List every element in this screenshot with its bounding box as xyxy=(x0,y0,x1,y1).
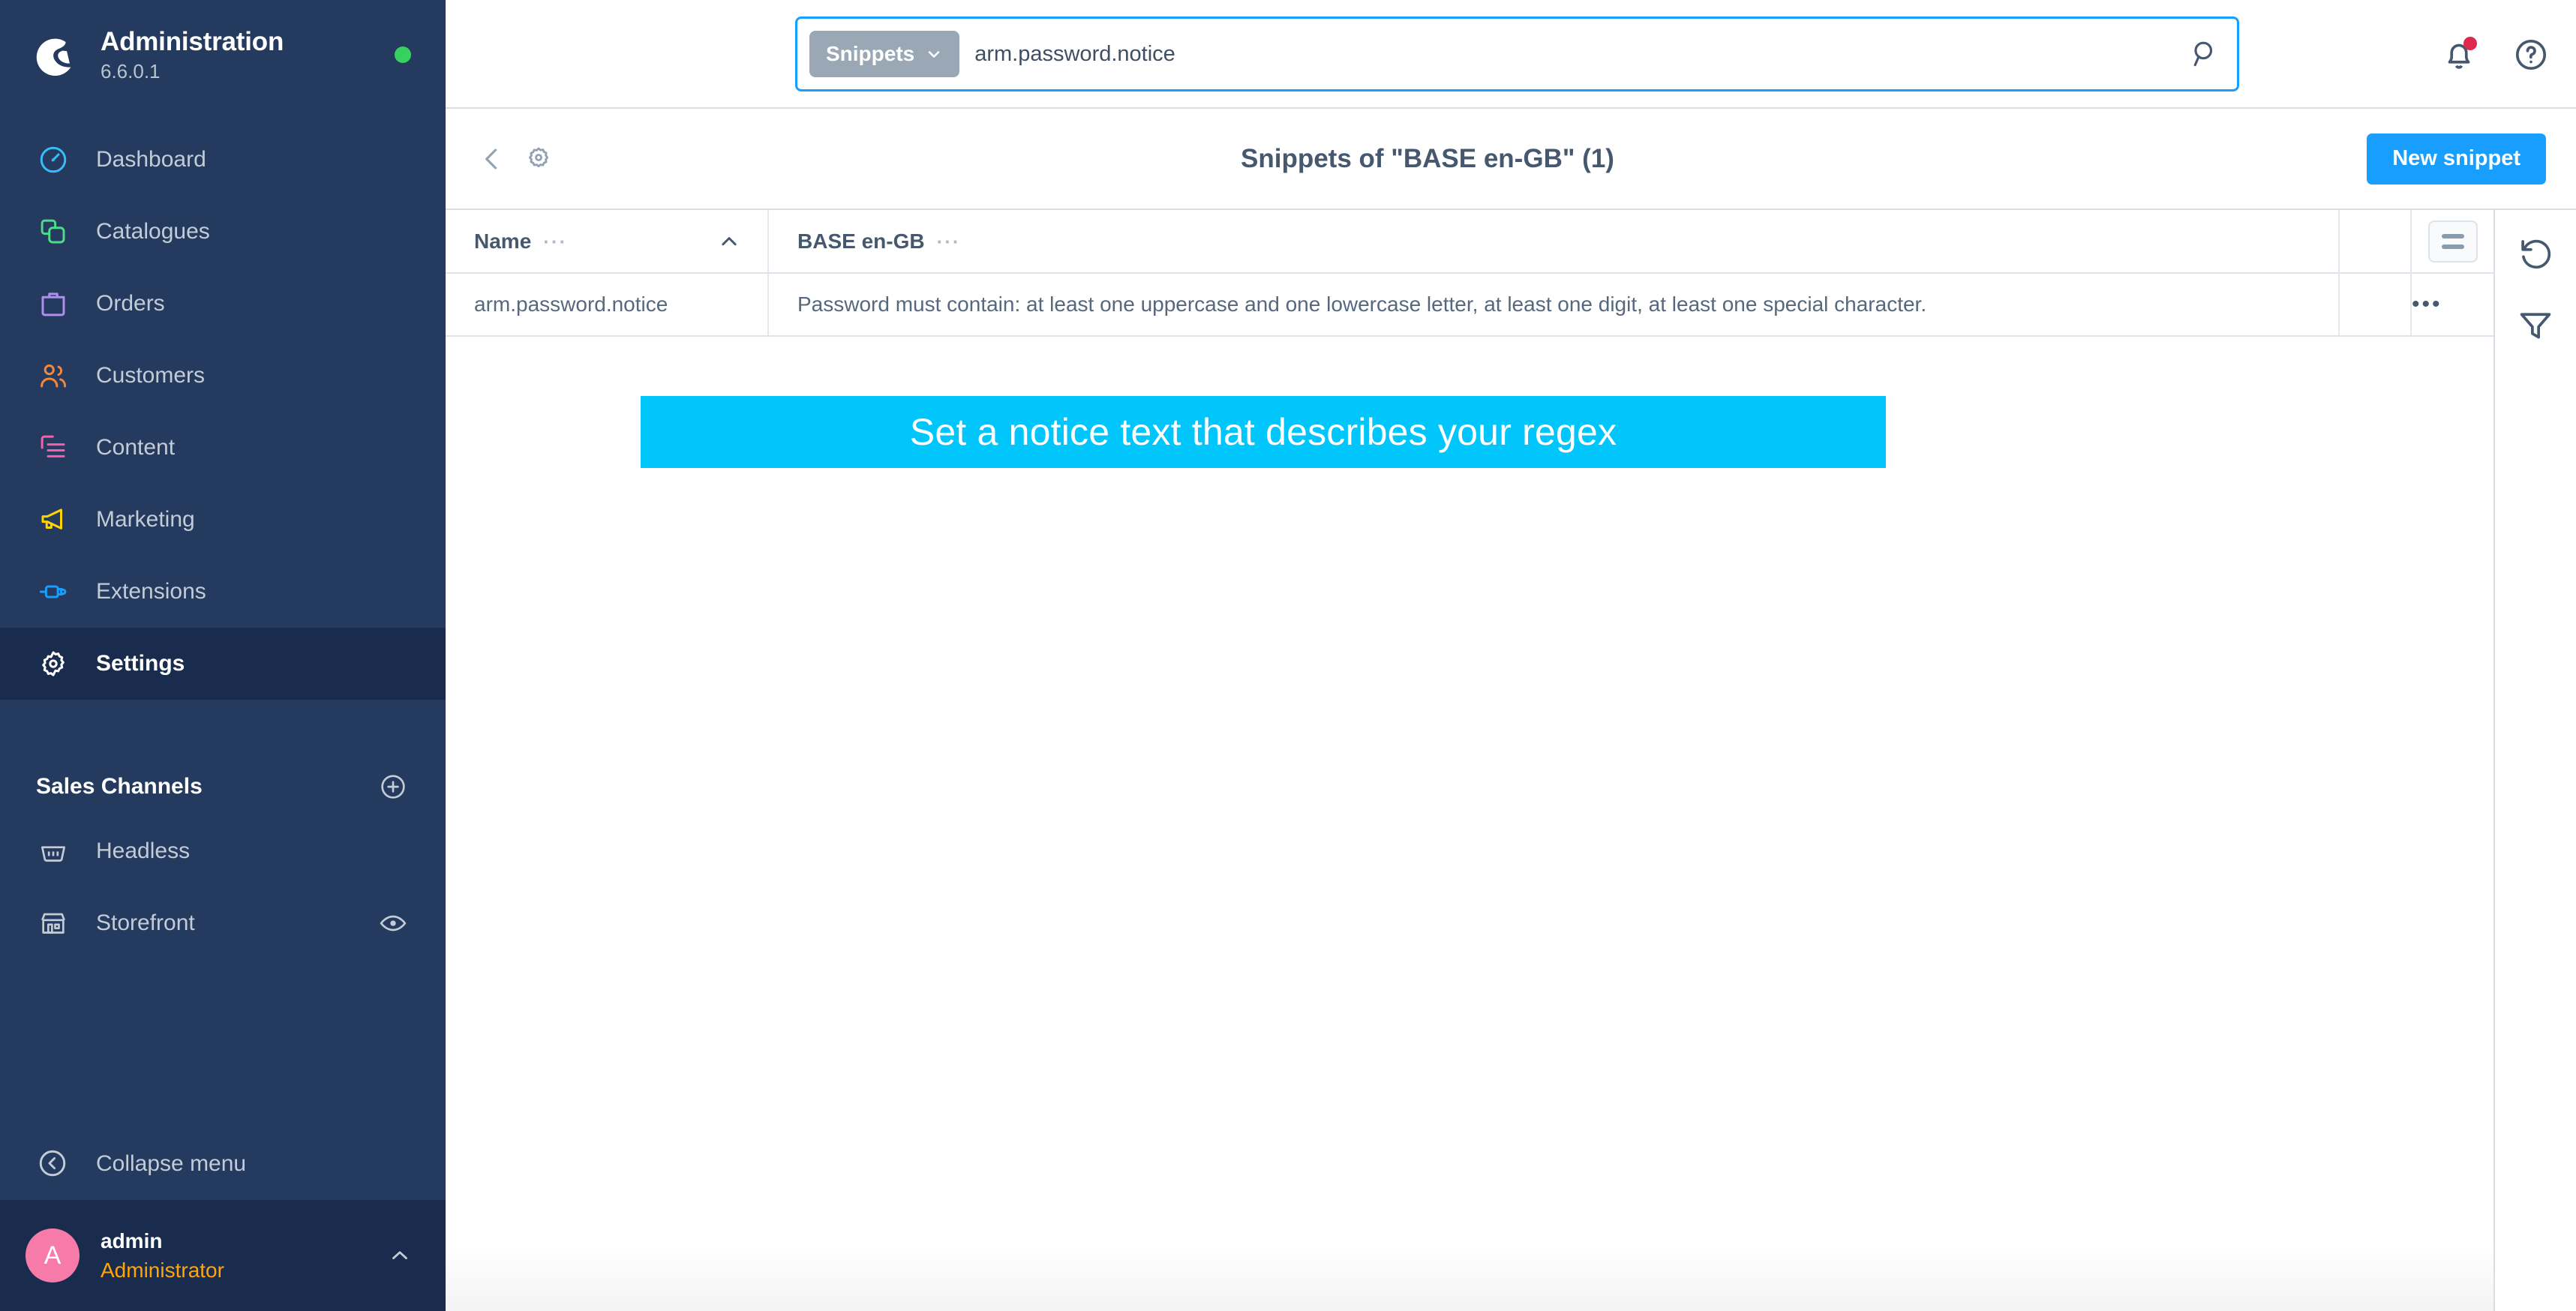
gear-icon[interactable] xyxy=(524,142,557,176)
brand-text: Administration 6.6.0.1 xyxy=(101,28,374,81)
filter-funnel-icon[interactable] xyxy=(2516,306,2555,345)
page-header: Snippets of "BASE en-GB" (1) New snippet xyxy=(446,109,2576,210)
sidebar-item-content[interactable]: Content xyxy=(0,412,446,484)
search-box[interactable]: Snippets arm.password.notice xyxy=(795,16,2239,92)
cell-snippet-name: arm.password.notice xyxy=(446,273,769,337)
column-menu-icon[interactable]: ··· xyxy=(543,232,567,251)
snippets-table: Name ··· BASE en-GB ··· arm.password.not… xyxy=(446,210,2493,337)
column-header-base-en-gb[interactable]: BASE en-GB ··· xyxy=(768,210,2340,274)
sidebar: Administration 6.6.0.1 Dashboard Catalog… xyxy=(0,0,446,1311)
table-head: Name ··· BASE en-GB ··· xyxy=(446,210,2493,274)
basket-icon xyxy=(36,834,71,868)
search-input[interactable]: arm.password.notice xyxy=(974,42,2174,67)
status-dot xyxy=(395,46,411,63)
table-header-row: Name ··· BASE en-GB ··· xyxy=(446,210,2493,274)
column-header-spacer xyxy=(2339,210,2412,274)
search-type-label: Snippets xyxy=(826,42,915,65)
plus-circle-icon[interactable] xyxy=(378,772,408,802)
column-header-name[interactable]: Name ··· xyxy=(446,210,769,274)
table-body: arm.password.notice Password must contai… xyxy=(446,273,2493,337)
reset-history-icon[interactable] xyxy=(2516,234,2555,273)
sidebar-item-extensions[interactable]: Extensions xyxy=(0,556,446,628)
sidebar-item-label: Content xyxy=(96,435,176,460)
cell-snippet-value: Password must contain: at least one uppe… xyxy=(768,273,2340,337)
brand-header: Administration 6.6.0.1 xyxy=(0,0,446,109)
sidebar-item-customers[interactable]: Customers xyxy=(0,340,446,412)
user-account-bar[interactable]: A admin Administrator xyxy=(0,1200,446,1311)
cell-spacer xyxy=(2339,273,2412,337)
sales-channels-header: Sales Channels xyxy=(0,758,446,815)
data-grid-area: Name ··· BASE en-GB ··· arm.password.not… xyxy=(446,210,2493,1311)
customers-people-icon xyxy=(36,358,71,393)
global-search: Snippets arm.password.notice xyxy=(795,16,2239,92)
avatar: A xyxy=(26,1228,80,1282)
page-title: Snippets of "BASE en-GB" (1) xyxy=(1241,144,1614,174)
content-body: Name ··· BASE en-GB ··· arm.password.not… xyxy=(446,210,2576,1311)
collapse-menu-label: Collapse menu xyxy=(96,1151,247,1176)
sidebar-item-settings[interactable]: Settings xyxy=(0,628,446,700)
topbar-actions xyxy=(2439,0,2550,109)
settings-gear-icon xyxy=(36,646,71,681)
sidebar-item-label: Orders xyxy=(96,291,165,316)
column-menu-icon[interactable]: ··· xyxy=(937,232,961,251)
sidebar-item-label: Settings xyxy=(96,651,185,676)
page-title-text: Snippets of "BASE en-GB" (1) xyxy=(1241,143,1614,173)
column-label: BASE en-GB xyxy=(797,229,925,253)
sidebar-item-label: Customers xyxy=(96,363,206,388)
brand-version: 6.6.0.1 xyxy=(101,59,161,82)
search-icon[interactable] xyxy=(2189,38,2222,70)
dashboard-gauge-icon xyxy=(36,142,71,177)
catalogues-layers-icon xyxy=(36,214,71,249)
eye-icon[interactable] xyxy=(378,908,408,938)
marketing-megaphone-icon xyxy=(36,502,71,537)
sidebar-item-catalogues[interactable]: Catalogues xyxy=(0,196,446,268)
user-meta: admin Administrator xyxy=(101,1228,366,1283)
sort-ascending-icon[interactable] xyxy=(718,230,740,253)
column-label: Name xyxy=(474,229,532,253)
sidebar-item-orders[interactable]: Orders xyxy=(0,268,446,340)
topbar: Snippets arm.password.notice xyxy=(446,0,2576,109)
search-type-selector[interactable]: Snippets xyxy=(809,31,960,77)
row-context-menu-icon[interactable]: ••• xyxy=(2411,273,2493,337)
sales-channel-label: Storefront xyxy=(96,910,195,935)
storefront-icon xyxy=(36,906,71,940)
sidebar-item-dashboard[interactable]: Dashboard xyxy=(0,124,446,196)
annotation-banner: Set a notice text that describes your re… xyxy=(641,396,1886,468)
right-rail xyxy=(2493,210,2576,1311)
primary-navigation: Dashboard Catalogues Orders Customers Co… xyxy=(0,124,446,700)
sidebar-item-label: Extensions xyxy=(96,579,206,604)
content-pages-icon xyxy=(36,430,71,465)
sidebar-item-label: Marketing xyxy=(96,507,195,532)
page-header-icons xyxy=(476,142,557,176)
user-name: admin xyxy=(101,1229,163,1252)
sales-channel-label: Headless xyxy=(96,838,191,863)
notification-badge xyxy=(2463,36,2477,50)
chevron-down-icon xyxy=(928,51,940,58)
brand-title: Administration xyxy=(101,26,284,56)
extensions-plug-icon xyxy=(36,574,71,609)
sidebar-item-label: Dashboard xyxy=(96,147,206,172)
orders-bag-icon xyxy=(36,286,71,321)
app-root: Administration 6.6.0.1 Dashboard Catalog… xyxy=(0,0,2576,1311)
annotation-text: Set a notice text that describes your re… xyxy=(909,411,1617,453)
sales-channel-storefront[interactable]: Storefront xyxy=(0,887,446,959)
sidebar-item-label: Catalogues xyxy=(96,219,210,244)
chevron-up-icon[interactable] xyxy=(387,1243,413,1268)
sales-channel-headless[interactable]: Headless xyxy=(0,815,446,887)
column-header-actions xyxy=(2411,210,2493,274)
chevron-left-icon[interactable] xyxy=(476,142,509,176)
collapse-left-circle-icon xyxy=(36,1147,71,1181)
question-circle-icon[interactable] xyxy=(2511,35,2550,74)
user-role: Administrator xyxy=(101,1258,224,1282)
new-snippet-button[interactable]: New snippet xyxy=(2367,133,2546,184)
list-settings-icon[interactable] xyxy=(2427,220,2478,262)
main-area: Snippets arm.password.notice Snippets of… xyxy=(446,0,2576,1311)
shopware-logo-icon xyxy=(33,32,80,78)
bell-icon[interactable] xyxy=(2439,35,2478,74)
sidebar-item-marketing[interactable]: Marketing xyxy=(0,484,446,556)
collapse-menu-button[interactable]: Collapse menu xyxy=(0,1128,446,1200)
table-row[interactable]: arm.password.notice Password must contai… xyxy=(446,273,2493,337)
sales-channels-title: Sales Channels xyxy=(36,774,203,799)
